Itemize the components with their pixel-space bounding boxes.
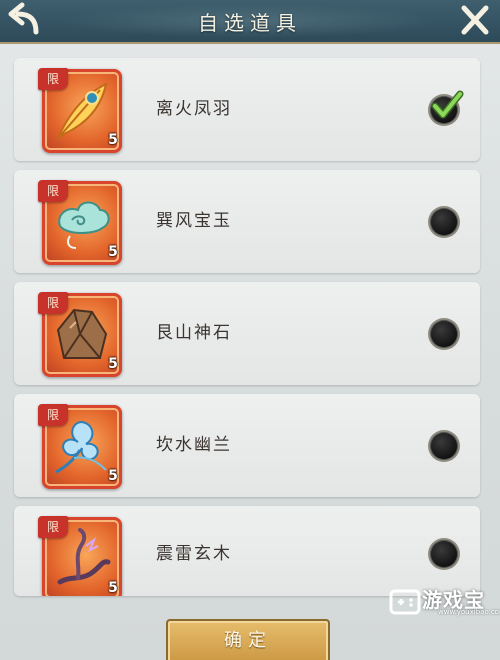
list-item[interactable]: 限 5 巽风宝玉: [14, 170, 480, 273]
watermark-url: www.youxibao.com: [438, 608, 500, 616]
select-radio[interactable]: [430, 432, 458, 460]
page-title: 自选道具: [198, 11, 302, 35]
limit-tag: 限: [38, 404, 68, 426]
close-icon: [461, 5, 489, 35]
limit-tag: 限: [38, 68, 68, 90]
select-radio[interactable]: [430, 320, 458, 348]
watermark: 游戏宝 www.youxibao.com: [386, 582, 500, 622]
select-radio[interactable]: [430, 540, 458, 568]
header-bar: 自选道具: [0, 0, 500, 44]
item-quantity: 5: [108, 356, 118, 372]
item-quantity: 5: [108, 244, 118, 260]
limit-tag: 限: [38, 180, 68, 202]
item-name: 震雷玄木: [156, 544, 232, 564]
item-quantity: 5: [108, 580, 118, 596]
limit-tag: 限: [38, 516, 68, 538]
item-name: 艮山神石: [156, 323, 232, 343]
item-quantity: 5: [108, 468, 118, 484]
list-item[interactable]: 限 5 离火凤羽: [14, 58, 480, 161]
select-radio[interactable]: [430, 208, 458, 236]
checkmark-icon: [431, 90, 464, 119]
confirm-button[interactable]: 确定: [166, 619, 330, 660]
item-list: 限 5 离火凤羽 限 5 巽风宝玉 限 5 艮山神石 限 5 坎水幽兰 限 5 …: [14, 58, 480, 605]
list-item[interactable]: 限 5 艮山神石: [14, 282, 480, 385]
close-button[interactable]: [456, 2, 494, 38]
item-quantity: 5: [108, 132, 118, 148]
select-radio[interactable]: [430, 90, 464, 124]
gamepad-logo-icon: [389, 589, 421, 615]
item-name: 离火凤羽: [156, 99, 232, 119]
select-item-screen: 自选道具 限 5 离火凤羽 限 5 巽风宝玉 限 5 艮山神石 限 5 坎水幽兰…: [0, 0, 500, 660]
item-name: 巽风宝玉: [156, 211, 232, 231]
limit-tag: 限: [38, 292, 68, 314]
item-name: 坎水幽兰: [156, 435, 232, 455]
list-item[interactable]: 限 5 坎水幽兰: [14, 394, 480, 497]
